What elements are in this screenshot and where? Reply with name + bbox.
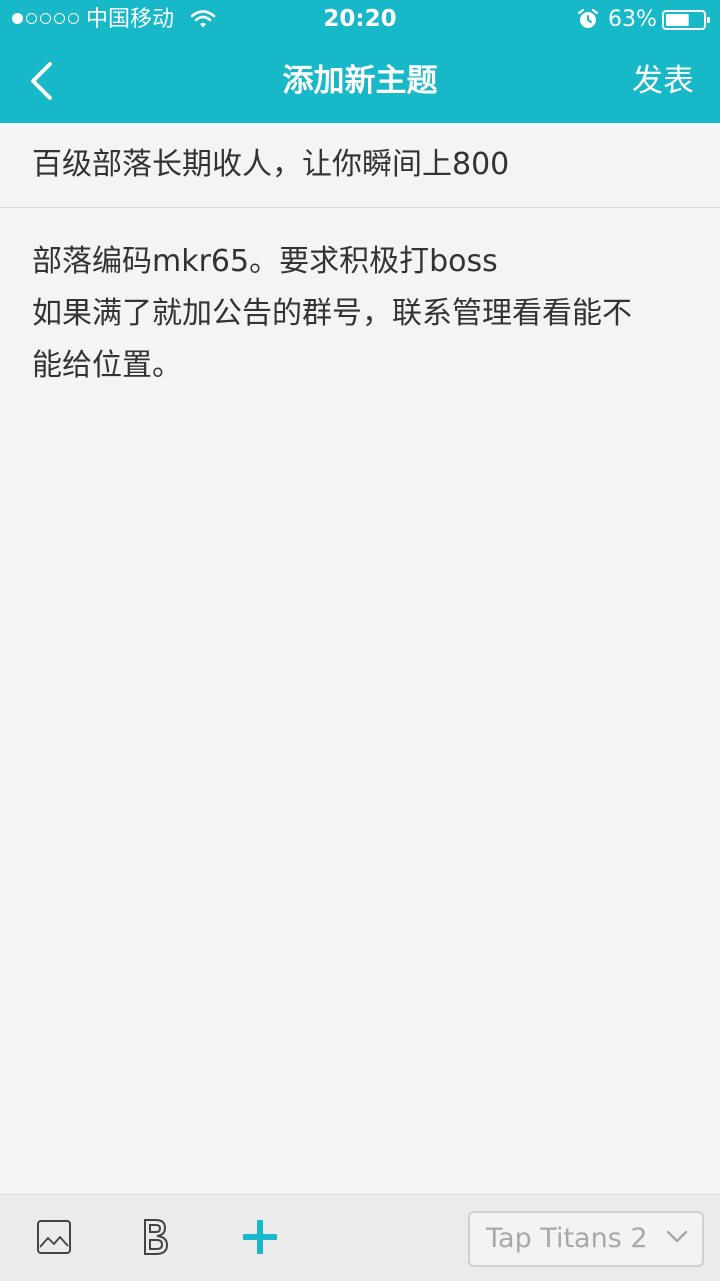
- bold-button[interactable]: [134, 1215, 178, 1259]
- body-line: 能给位置。: [32, 348, 182, 383]
- category-select[interactable]: Tap Titans 2: [468, 1211, 704, 1267]
- alarm-icon: [577, 8, 599, 28]
- bold-icon: [144, 1219, 169, 1255]
- insert-image-button[interactable]: [32, 1215, 76, 1259]
- post-body-text[interactable]: 部落编码mkr65。要求积极打boss 如果满了就加公告的群号，联系管理看看能不…: [32, 236, 692, 392]
- screen: 中国移动 20:20 63% 添加新主题 发表 百级部落长期收人，让你瞬间上80…: [0, 0, 720, 1281]
- battery-percent: 63%: [608, 7, 657, 32]
- status-bar: 中国移动 20:20 63%: [0, 0, 720, 40]
- page-title: 添加新主题: [282, 63, 438, 99]
- add-button[interactable]: [238, 1215, 282, 1259]
- body-line: 如果满了就加公告的群号，联系管理看看能不: [32, 296, 632, 331]
- editor-toolbar: Tap Titans 2: [0, 1194, 720, 1281]
- battery-icon: [662, 10, 710, 30]
- body-line: 部落编码mkr65。要求积极打boss: [32, 244, 498, 279]
- post-title-input[interactable]: 百级部落长期收人，让你瞬间上800: [0, 123, 720, 208]
- publish-button[interactable]: 发表: [632, 60, 694, 102]
- post-body-input[interactable]: 部落编码mkr65。要求积极打boss 如果满了就加公告的群号，联系管理看看能不…: [0, 208, 720, 1194]
- top-bar: 中国移动 20:20 63% 添加新主题 发表: [0, 0, 720, 123]
- image-icon: [37, 1220, 71, 1254]
- post-title-text[interactable]: 百级部落长期收人，让你瞬间上800: [32, 143, 509, 187]
- nav-bar: 添加新主题 发表: [0, 40, 720, 123]
- category-selected-value: Tap Titans 2: [486, 1223, 648, 1254]
- chevron-down-icon: [666, 1230, 688, 1243]
- plus-icon: [243, 1220, 277, 1254]
